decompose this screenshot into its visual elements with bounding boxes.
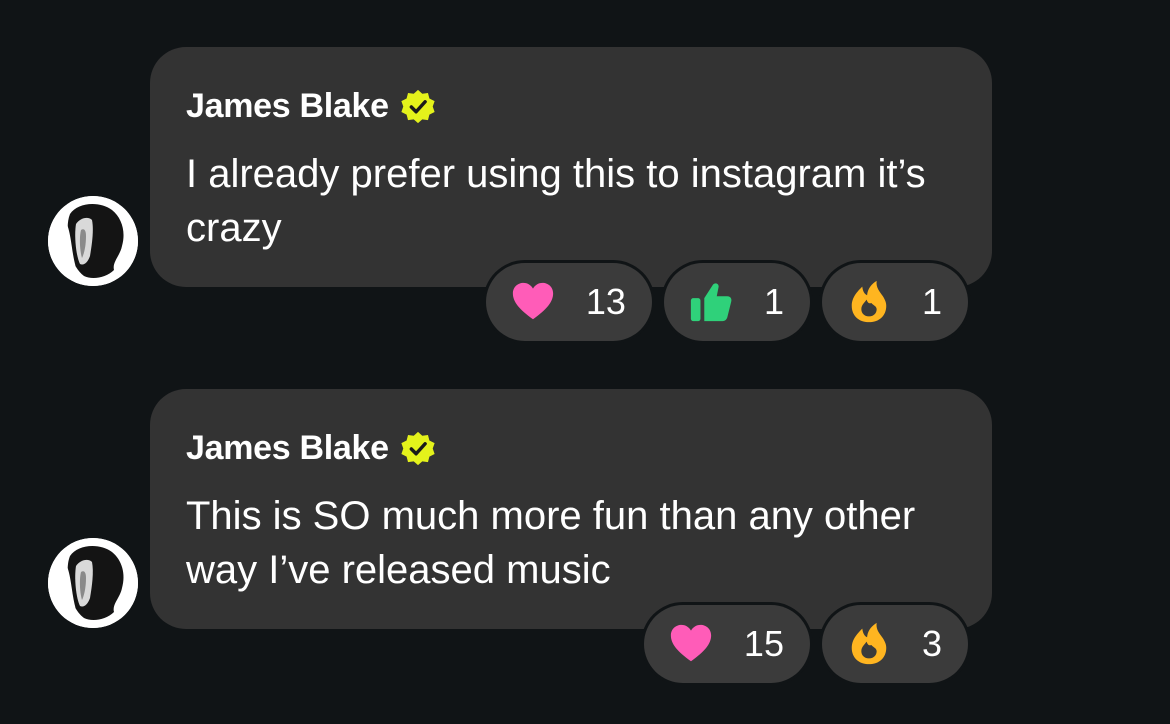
author-name[interactable]: James Blake: [186, 87, 389, 126]
avatar[interactable]: [48, 538, 138, 628]
comment-bubble: James Blake I already prefer using this …: [150, 47, 992, 287]
author-name[interactable]: James Blake: [186, 429, 389, 468]
reaction-bar: 13 1 1: [485, 263, 968, 341]
reaction-count: 3: [921, 623, 942, 664]
comment-text: I already prefer using this to instagram…: [186, 152, 926, 250]
author-row: James Blake: [186, 429, 437, 468]
heart-icon: [668, 621, 714, 667]
avatar-image: [48, 538, 138, 628]
comment-text: This is SO much more fun than any other …: [186, 494, 916, 592]
verified-badge-icon: [399, 88, 437, 126]
reaction-count: 1: [763, 281, 784, 322]
reaction-thumbs-up-button[interactable]: 1: [663, 263, 810, 341]
verified-badge-icon: [399, 430, 437, 468]
reaction-bar: 15 3: [643, 605, 968, 683]
thumbs-up-icon: [688, 279, 734, 325]
reaction-fire-button[interactable]: 1: [821, 263, 968, 341]
reaction-count: 1: [921, 281, 942, 322]
reaction-fire-button[interactable]: 3: [821, 605, 968, 683]
comment-bubble: James Blake This is SO much more fun tha…: [150, 389, 992, 629]
heart-icon: [510, 279, 556, 325]
reaction-count: 13: [585, 281, 626, 322]
fire-icon: [846, 621, 892, 667]
fire-icon: [846, 279, 892, 325]
author-row: James Blake: [186, 87, 437, 126]
reaction-heart-button[interactable]: 13: [485, 263, 652, 341]
avatar[interactable]: [48, 196, 138, 286]
avatar-image: [48, 196, 138, 286]
reaction-count: 15: [743, 623, 784, 664]
reaction-heart-button[interactable]: 15: [643, 605, 810, 683]
